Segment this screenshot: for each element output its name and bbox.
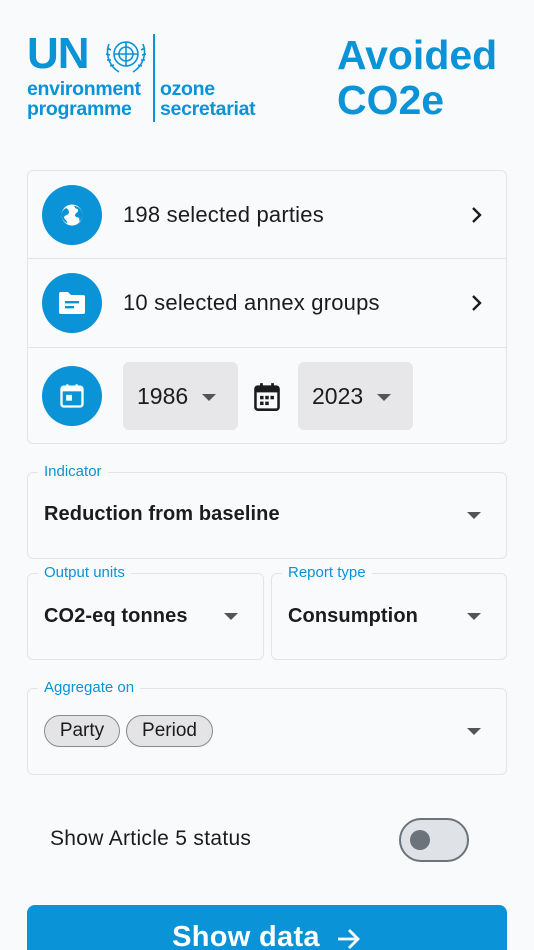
logo-unep-text: environment programme [27,79,141,119]
unep-ozone-logo: UN environment programme ozone secretari… [27,32,277,124]
parties-label: 198 selected parties [123,201,324,227]
chevron-right-icon [472,295,482,311]
aggregate-select[interactable]: Aggregate on Party Period [27,679,507,775]
dropdown-arrow-icon [224,613,238,620]
chevron-right-icon [472,206,482,223]
page-title-line: CO2e [337,77,445,123]
arrow-right-icon [337,929,360,949]
logo-text-line: environment [27,78,141,100]
dropdown-arrow-icon [467,512,481,519]
logo-text-line: secretariat [160,98,256,120]
annex-icon-badge [42,273,102,333]
page-title: Avoided CO2e [337,33,507,123]
logo-un-text: UN [27,29,90,78]
dropdown-arrow-icon [377,394,391,401]
article5-label: Show Article 5 status [50,827,252,850]
end-year-value: 2023 [312,382,364,409]
parties-icon-badge [42,184,102,245]
output-units-label: Output units [38,564,131,582]
aggregate-label: Aggregate on [38,679,141,697]
period-row: 1986 2023 [28,348,506,444]
report-type-value: Consumption [288,605,418,627]
indicator-value: Reduction from baseline [44,503,280,525]
logo-ozone-text: ozone secretariat [160,78,256,120]
parties-row[interactable]: 198 selected parties [28,171,506,259]
logo-text-line: ozone [160,78,215,100]
logo-divider [153,34,155,122]
chip-period[interactable]: Period [126,715,213,747]
toggle-knob [410,830,430,850]
folder-icon [59,292,85,314]
indicator-label: Indicator [38,463,108,481]
app-header: UN environment programme ozone secretari… [0,0,534,150]
show-data-label: Show data [172,921,320,950]
calendar-icon [60,384,84,408]
dropdown-arrow-icon [467,613,481,620]
annex-groups-row[interactable]: 10 selected annex groups [28,259,506,348]
show-data-button[interactable]: Show data [27,905,507,950]
dropdown-arrow-icon [467,728,481,735]
dropdown-arrow-icon [202,394,216,401]
globe-icon [61,204,83,225]
annex-groups-label: 10 selected annex groups [123,290,380,315]
start-year-value: 1986 [137,382,189,409]
report-type-label: Report type [282,564,372,582]
output-units-value: CO2-eq tonnes [44,605,188,627]
start-year-select[interactable]: 1986 [123,362,238,430]
un-emblem-icon [105,41,147,73]
logo-text-line: programme [27,98,132,120]
calendar-icon [254,383,280,411]
period-icon-badge [42,366,102,426]
article5-toggle[interactable] [399,818,469,862]
indicator-select[interactable]: Indicator Reduction from baseline [27,463,507,559]
chip-party[interactable]: Party [44,715,120,747]
report-type-select[interactable]: Report type Consumption [271,564,507,660]
end-year-select[interactable]: 2023 [298,362,413,430]
output-units-select[interactable]: Output units CO2-eq tonnes [27,564,264,660]
page-title-line: Avoided [337,32,498,78]
selection-card: 198 selected parties 10 selected annex g… [27,170,507,444]
